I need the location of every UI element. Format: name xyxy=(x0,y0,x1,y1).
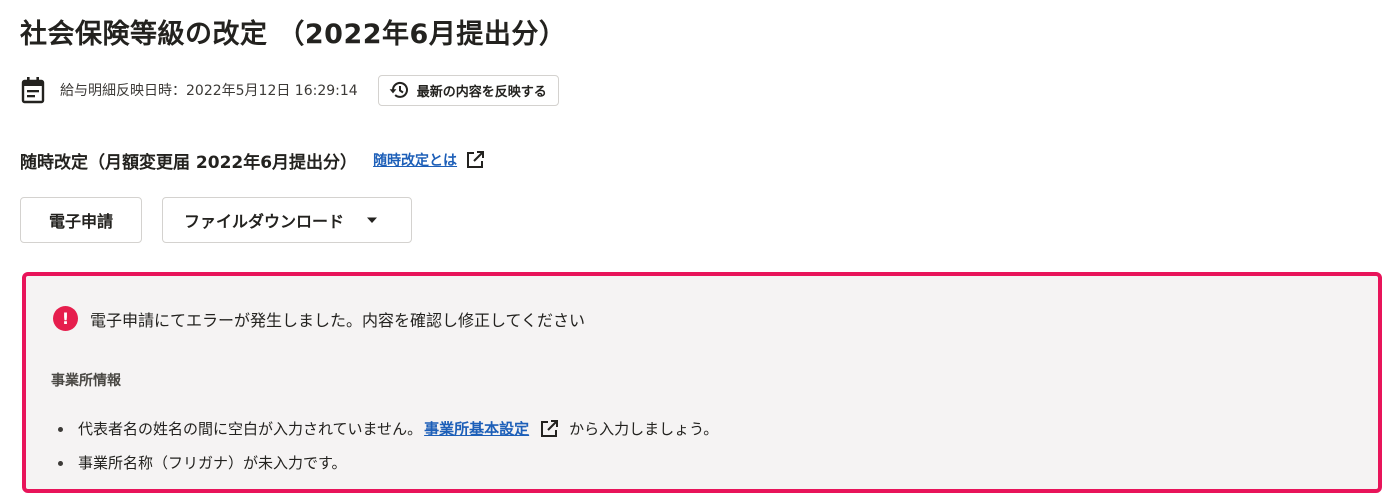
error-item-text: 代表者名の姓名の間に空白が入力されていません。 xyxy=(78,420,423,438)
history-icon xyxy=(389,81,409,99)
payslip-meta-row: 給与明細反映日時：2022年5月12日 16:29:14 最新の内容を反映する xyxy=(20,74,559,106)
section-header: 随時改定（月額変更届 2022年6月提出分） 随時改定とは xyxy=(20,146,485,174)
section-title: 随時改定（月額変更届 2022年6月提出分） xyxy=(20,152,358,173)
file-download-label: ファイルダウンロード xyxy=(184,212,345,231)
office-settings-link[interactable]: 事業所基本設定 xyxy=(424,412,529,446)
chevron-down-icon xyxy=(366,216,378,224)
page-title: 社会保険等級の改定 （2022年6月提出分） xyxy=(20,19,567,50)
page: 社会保険等級の改定 （2022年6月提出分） 給与明細反映日時：2022年5月1… xyxy=(0,0,1400,499)
external-link-icon[interactable] xyxy=(539,419,559,439)
error-alert-icon: ! xyxy=(53,306,78,331)
reflect-latest-label: 最新の内容を反映する xyxy=(416,84,547,100)
error-section-label: 事業所情報 xyxy=(51,373,121,389)
action-buttons: 電子申請 ファイルダウンロード xyxy=(20,197,412,243)
list-item: 代表者名の姓名の間に空白が入力されていません。 事業所基本設定 から入力しましょ… xyxy=(58,412,718,446)
e-application-button[interactable]: 電子申請 xyxy=(20,197,142,243)
error-list: 代表者名の姓名の間に空白が入力されていません。 事業所基本設定 から入力しましょ… xyxy=(58,412,718,480)
list-item: 事業所名称（フリガナ）が未入力です。 xyxy=(58,446,718,480)
calendar-icon xyxy=(20,75,46,105)
file-download-button[interactable]: ファイルダウンロード xyxy=(162,197,412,243)
help-link-ad-hoc-revision[interactable]: 随時改定とは xyxy=(373,150,457,170)
external-link-icon[interactable] xyxy=(465,150,485,170)
error-header: ! 電子申請にてエラーが発生しました。内容を確認し修正してください xyxy=(53,306,585,331)
error-item-suffix: から入力しましょう。 xyxy=(569,420,719,438)
error-message: 電子申請にてエラーが発生しました。内容を確認し修正してください xyxy=(90,310,586,330)
error-item-text: 事業所名称（フリガナ）が未入力です。 xyxy=(78,454,347,472)
reflect-latest-button[interactable]: 最新の内容を反映する xyxy=(377,74,559,106)
error-panel: ! 電子申請にてエラーが発生しました。内容を確認し修正してください 事業所情報 … xyxy=(22,272,1382,493)
payslip-reflect-datetime: 給与明細反映日時：2022年5月12日 16:29:14 xyxy=(60,83,358,99)
